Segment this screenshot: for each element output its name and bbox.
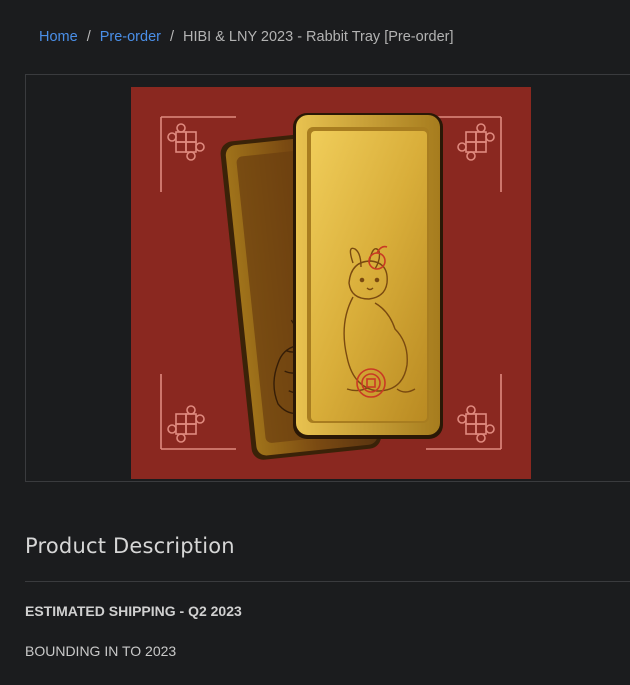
front-tray-shape	[293, 113, 443, 439]
breadcrumb-home-link[interactable]: Home	[39, 29, 78, 45]
product-description-title: Product Description	[25, 534, 235, 558]
product-tagline-text: BOUNDING IN TO 2023	[25, 643, 177, 659]
breadcrumb-preorder-link[interactable]: Pre-order	[100, 29, 161, 45]
breadcrumb: Home / Pre-order / HIBI & LNY 2023 - Rabbit …	[39, 27, 454, 47]
section-divider	[25, 581, 630, 582]
breadcrumb-separator: /	[169, 29, 174, 45]
breadcrumb-separator: /	[86, 29, 91, 45]
estimated-shipping-text: ESTIMATED SHIPPING - Q2 2023	[25, 603, 242, 619]
product-gallery	[25, 74, 630, 482]
breadcrumb-current-page: HIBI & LNY 2023 - Rabbit Tray [Pre-order…	[183, 29, 454, 45]
product-image[interactable]	[131, 87, 531, 479]
